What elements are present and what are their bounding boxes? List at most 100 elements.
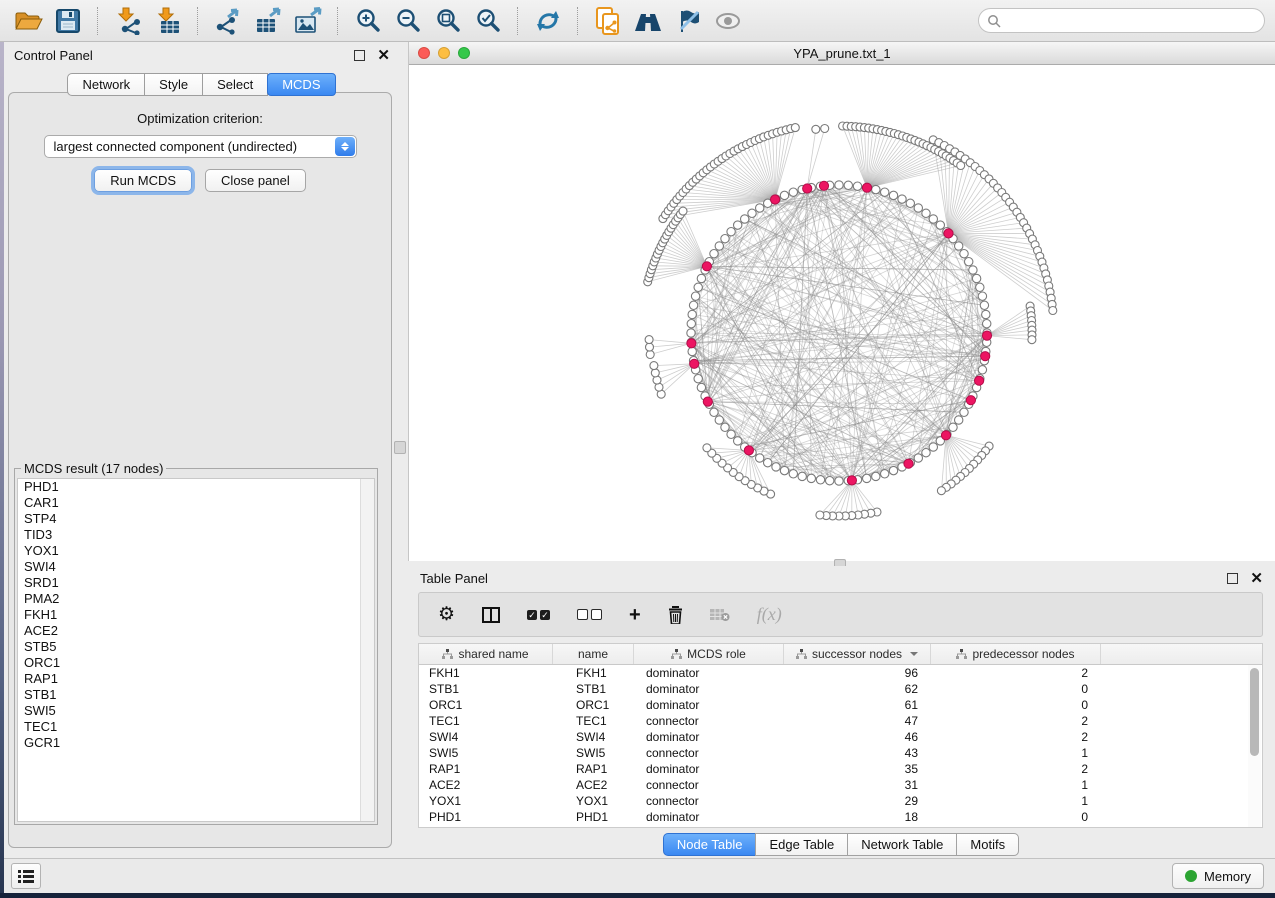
graph-node[interactable] — [889, 466, 897, 474]
graph-node[interactable] — [972, 274, 980, 282]
graph-node[interactable] — [697, 274, 705, 282]
table-row[interactable]: TEC1TEC1connector472 — [419, 713, 1262, 729]
graph-hub-node[interactable] — [702, 262, 711, 271]
export-table-icon[interactable] — [250, 5, 286, 37]
graph-hub-node[interactable] — [847, 476, 856, 485]
tab-node-table[interactable]: Node Table — [663, 833, 757, 856]
graph-node[interactable] — [889, 191, 897, 199]
graph-node[interactable] — [835, 181, 843, 189]
graph-node[interactable] — [798, 472, 806, 480]
table-row[interactable]: STB1STB1dominator620 — [419, 681, 1262, 697]
table-row[interactable]: PHD1PHD1dominator180 — [419, 809, 1262, 825]
select-all-rows-icon[interactable]: ✓✓ — [527, 610, 550, 620]
mcds-result-item[interactable]: STP4 — [18, 511, 374, 527]
graph-node[interactable] — [929, 443, 937, 451]
graph-node[interactable] — [694, 375, 702, 383]
graph-hub-node[interactable] — [687, 339, 696, 348]
tab-style[interactable]: Style — [144, 73, 203, 96]
deselect-all-rows-icon[interactable] — [577, 609, 602, 620]
table-options-gear-icon[interactable]: ⚙ — [438, 605, 455, 624]
graph-node[interactable] — [969, 266, 977, 274]
graph-node[interactable] — [1049, 307, 1057, 315]
graph-node[interactable] — [853, 182, 861, 190]
graph-hub-node[interactable] — [966, 396, 975, 405]
list-scrollbar[interactable] — [360, 479, 374, 821]
graph-node[interactable] — [1028, 336, 1036, 344]
table-row[interactable]: SWI4SWI4dominator462 — [419, 729, 1262, 745]
tab-mcds[interactable]: MCDS — [267, 73, 335, 96]
table-scrollbar-thumb[interactable] — [1250, 668, 1259, 756]
table-row[interactable]: SWI5SWI5connector431 — [419, 745, 1262, 761]
graph-node[interactable] — [914, 204, 922, 212]
graph-node[interactable] — [688, 347, 696, 355]
tab-edge-table[interactable]: Edge Table — [755, 833, 848, 856]
mcds-result-item[interactable]: YOX1 — [18, 543, 374, 559]
graph-node[interactable] — [872, 185, 880, 193]
mcds-result-item[interactable]: GCR1 — [18, 735, 374, 751]
graph-node[interactable] — [721, 423, 729, 431]
graph-node[interactable] — [734, 221, 742, 229]
graph-node[interactable] — [881, 470, 889, 478]
mcds-result-item[interactable]: SWI5 — [18, 703, 374, 719]
graph-node[interactable] — [978, 366, 986, 374]
column-header-MCDS-role[interactable]: MCDS role — [634, 644, 784, 664]
mcds-result-item[interactable]: TID3 — [18, 527, 374, 543]
vertical-splitter-handle[interactable] — [394, 441, 406, 454]
graph-hub-node[interactable] — [862, 183, 871, 192]
graph-node[interactable] — [689, 301, 697, 309]
tab-network[interactable]: Network — [67, 73, 145, 96]
graph-node[interactable] — [978, 292, 986, 300]
add-column-icon[interactable]: + — [629, 606, 641, 624]
graph-node[interactable] — [697, 383, 705, 391]
graph-node[interactable] — [748, 209, 756, 217]
export-image-icon[interactable] — [290, 5, 326, 37]
close-panel-button[interactable]: Close panel — [205, 169, 306, 192]
graph-node[interactable] — [980, 301, 988, 309]
graph-node[interactable] — [812, 125, 820, 133]
graph-node[interactable] — [983, 320, 991, 328]
graph-node[interactable] — [691, 292, 699, 300]
tab-motifs[interactable]: Motifs — [956, 833, 1019, 856]
graph-node[interactable] — [929, 215, 937, 223]
open-file-icon[interactable] — [10, 5, 46, 37]
column-header-shared-name[interactable]: shared name — [419, 644, 553, 664]
graph-hub-node[interactable] — [803, 184, 812, 193]
mcds-result-item[interactable]: SWI4 — [18, 559, 374, 575]
close-table-panel-icon[interactable]: ✕ — [1250, 574, 1263, 583]
graph-hub-node[interactable] — [703, 397, 712, 406]
mcds-result-item[interactable]: RAP1 — [18, 671, 374, 687]
graph-node[interactable] — [715, 416, 723, 424]
mcds-result-item[interactable]: PHD1 — [18, 479, 374, 495]
first-neighbors-icon[interactable] — [630, 5, 666, 37]
mcds-result-item[interactable]: SRD1 — [18, 575, 374, 591]
graph-hub-node[interactable] — [744, 446, 753, 455]
graph-node[interactable] — [863, 474, 871, 482]
table-row[interactable]: ORC1ORC1dominator610 — [419, 697, 1262, 713]
graph-node[interactable] — [937, 487, 945, 495]
graph-node[interactable] — [789, 470, 797, 478]
task-history-button[interactable] — [11, 863, 41, 889]
table-row[interactable]: YOX1YOX1connector291 — [419, 793, 1262, 809]
graph-node[interactable] — [976, 283, 984, 291]
table-row[interactable]: ACE2ACE2connector311 — [419, 777, 1262, 793]
eye-icon[interactable] — [710, 5, 746, 37]
graph-node[interactable] — [955, 416, 963, 424]
mcds-result-item[interactable]: CAR1 — [18, 495, 374, 511]
mcds-result-list[interactable]: PHD1CAR1STP4TID3YOX1SWI4SRD1PMA2FKH1ACE2… — [17, 478, 375, 822]
column-header-predecessor-nodes[interactable]: predecessor nodes — [931, 644, 1101, 664]
clone-network-icon[interactable] — [590, 5, 626, 37]
graph-node[interactable] — [741, 215, 749, 223]
column-header-successor-nodes[interactable]: successor nodes — [784, 644, 931, 664]
mcds-result-item[interactable]: TEC1 — [18, 719, 374, 735]
graph-hub-node[interactable] — [771, 195, 780, 204]
graph-node[interactable] — [780, 191, 788, 199]
zoom-selected-icon[interactable] — [470, 5, 506, 37]
graph-node[interactable] — [645, 336, 653, 344]
graph-node[interactable] — [650, 362, 658, 370]
graph-node[interactable] — [727, 228, 735, 236]
graph-node[interactable] — [982, 310, 990, 318]
float-table-panel-icon[interactable] — [1227, 573, 1238, 584]
network-canvas[interactable] — [409, 65, 1274, 561]
mcds-result-item[interactable]: STB1 — [18, 687, 374, 703]
tab-select[interactable]: Select — [202, 73, 268, 96]
